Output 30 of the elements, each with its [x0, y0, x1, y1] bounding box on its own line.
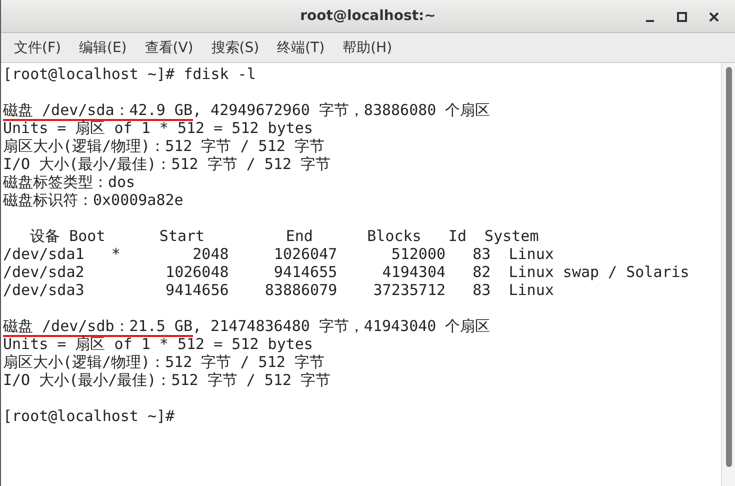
terminal-line: [root@localhost ~]# fdisk -l — [3, 65, 257, 83]
underlined-text: 磁盘 /dev/sdb：21.5 GB — [3, 317, 192, 337]
terminal-line: I/O 大小(最小/最佳)：512 字节 / 512 字节 — [3, 371, 332, 389]
terminal-line: Units = 扇区 of 1 * 512 = 512 bytes — [3, 119, 314, 137]
terminal-line: /dev/sda3 9414656 83886079 37235712 83 Linux — [3, 281, 555, 299]
terminal-line: 磁盘标识符：0x0009a82e — [3, 191, 184, 209]
menu-item[interactable]: 文件(F) — [5, 33, 70, 62]
terminal-line: 设备 Boot Start End Blocks Id System — [29, 227, 540, 245]
scrollbar[interactable] — [721, 63, 735, 486]
terminal-text: , 21474836480 字节，41943040 个扇区 — [192, 317, 490, 335]
menu-item[interactable]: 终端(T) — [268, 33, 334, 62]
terminal-line: /dev/sda2 1026048 9414655 4194304 82 Linux swap / Solaris — [3, 263, 690, 281]
maximize-icon — [677, 12, 687, 22]
terminal-text: , 42949672960 字节，83886080 个扇区 — [192, 101, 490, 119]
terminal-line: /dev/sda1 * 2048 1026047 512000 83 Linux — [3, 245, 555, 263]
scrollbar-thumb[interactable] — [726, 67, 732, 467]
terminal-line: Units = 扇区 of 1 * 512 = 512 bytes — [3, 335, 314, 353]
minimize-icon — [645, 20, 655, 22]
terminal-line: I/O 大小(最小/最佳)：512 字节 / 512 字节 — [3, 155, 332, 173]
terminal-line: 扇区大小(逻辑/物理)：512 字节 / 512 字节 — [3, 353, 326, 371]
window-title: root@localhost:~ — [300, 8, 436, 24]
terminal-line: 扇区大小(逻辑/物理)：512 字节 / 512 字节 — [3, 137, 326, 155]
close-icon — [709, 12, 719, 22]
menu-item[interactable]: 编辑(E) — [70, 33, 136, 62]
terminal-line: 磁盘标签类型：dos — [3, 173, 136, 191]
menu-item[interactable]: 搜索(S) — [202, 33, 268, 62]
terminal-line: [root@localhost ~]# — [3, 407, 176, 425]
menu-item[interactable]: 查看(V) — [136, 33, 202, 62]
underlined-text: 磁盘 /dev/sda：42.9 GB — [3, 101, 192, 121]
menu-item[interactable]: 帮助(H) — [334, 33, 402, 62]
